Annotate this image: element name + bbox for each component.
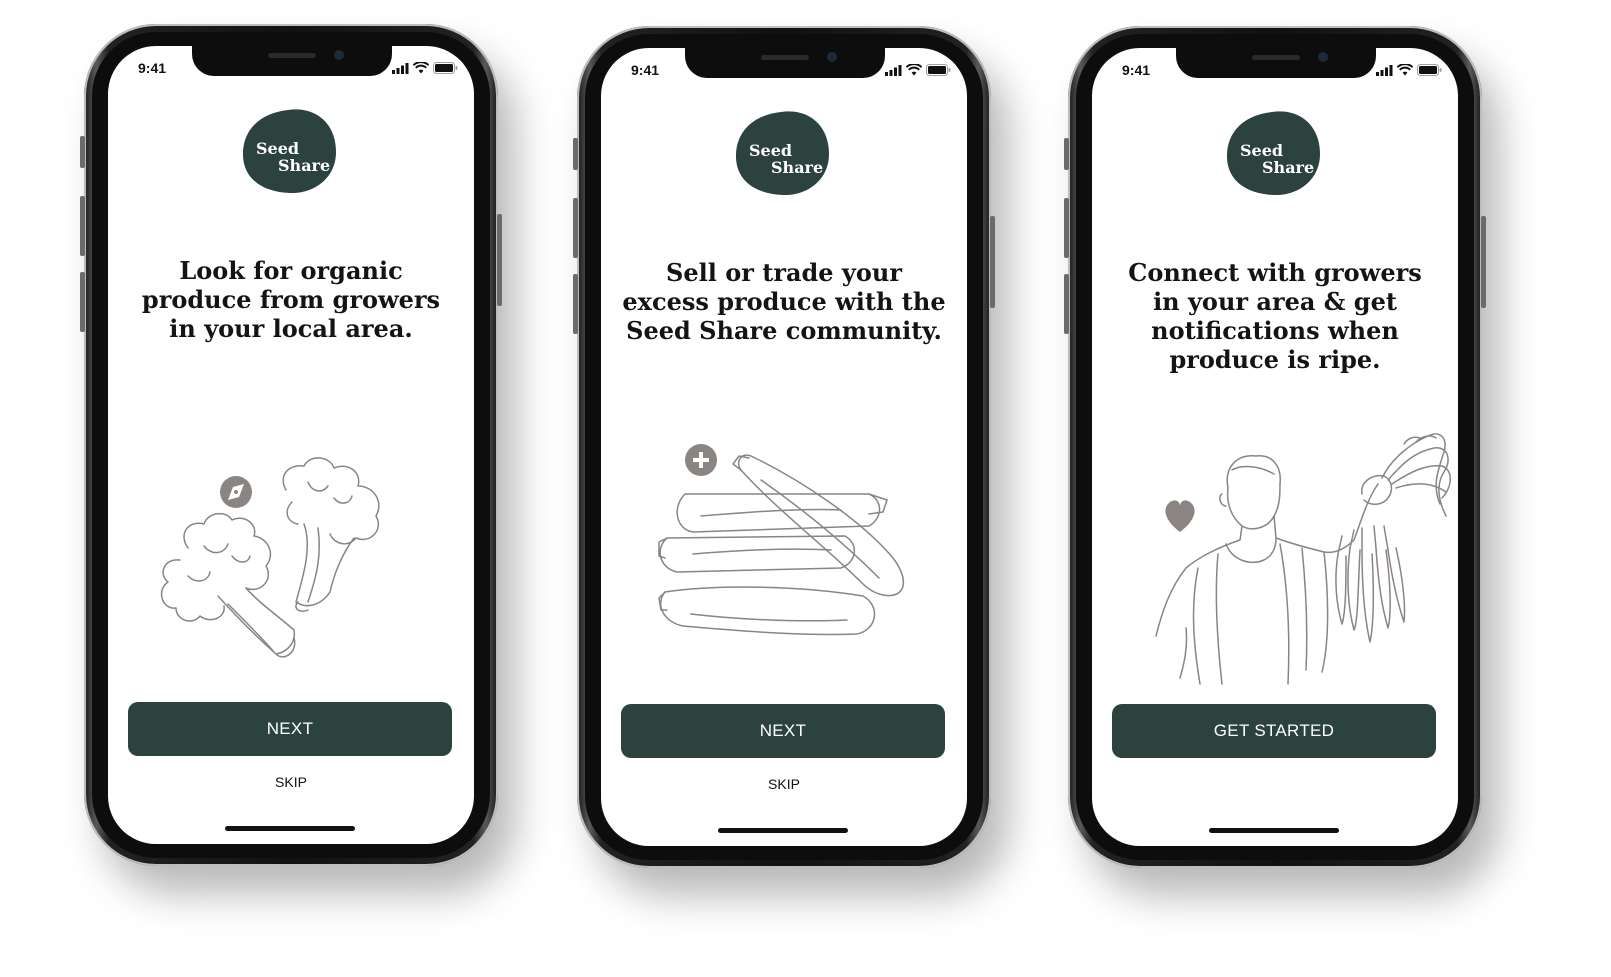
volume-up-button: [80, 196, 85, 256]
logo-text-seed: Seed: [256, 139, 300, 158]
logo-text-share: Share: [278, 156, 331, 175]
onboarding-headline: Look for organic produce from growers in…: [141, 256, 441, 343]
wifi-icon: [906, 64, 922, 76]
phone-frame-1: 9:41 Seed Share Look for organic produce…: [80, 24, 502, 866]
onboarding-screen-1: 9:41 Seed Share Look for organic produce…: [108, 46, 474, 844]
signal-icon: [392, 62, 409, 74]
status-icons: [1376, 64, 1442, 76]
compass-icon: [220, 476, 252, 508]
status-icons: [392, 62, 458, 74]
volume-down-button: [1064, 274, 1069, 334]
volume-down-button: [573, 274, 578, 334]
battery-icon: [926, 64, 951, 76]
next-button[interactable]: NEXT: [621, 704, 945, 758]
broccoli-illustration: [108, 406, 474, 686]
next-button[interactable]: NEXT: [128, 702, 452, 756]
notch: [685, 48, 885, 78]
onboarding-screen-3: 9:41 Seed Share Connect with growers in …: [1092, 48, 1458, 846]
logo-text-share: Share: [1262, 158, 1315, 177]
heart-icon: [1165, 500, 1195, 532]
logo-text-share: Share: [771, 158, 824, 177]
power-button: [1481, 216, 1486, 308]
seed-share-logo: Seed Share: [735, 110, 831, 196]
status-icons: [885, 64, 951, 76]
mute-switch: [573, 138, 578, 170]
home-indicator[interactable]: [718, 828, 848, 833]
wifi-icon: [413, 62, 429, 74]
phone-frame-3: 9:41 Seed Share Connect with growers in …: [1064, 26, 1486, 868]
onboarding-headline: Connect with growers in your area & get …: [1128, 258, 1422, 374]
notch: [1176, 48, 1376, 78]
onboarding-screen-2: 9:41 Seed Share Sell or trade your exces…: [601, 48, 967, 846]
volume-up-button: [573, 198, 578, 258]
skip-link[interactable]: SKIP: [108, 774, 474, 790]
person-with-carrots-illustration: [1092, 408, 1458, 688]
status-time: 9:41: [631, 62, 660, 78]
signal-icon: [1376, 64, 1393, 76]
mute-switch: [80, 136, 85, 168]
wifi-icon: [1397, 64, 1413, 76]
notch: [192, 46, 392, 76]
seed-share-logo: Seed Share: [242, 108, 338, 194]
zucchini-illustration: [601, 408, 967, 688]
mute-switch: [1064, 138, 1069, 170]
home-indicator[interactable]: [1209, 828, 1339, 833]
status-time: 9:41: [1122, 62, 1151, 78]
power-button: [497, 214, 502, 306]
battery-icon: [433, 62, 458, 74]
seed-share-logo: Seed Share: [1226, 110, 1322, 196]
logo-text-seed: Seed: [1240, 141, 1284, 160]
power-button: [990, 216, 995, 308]
battery-icon: [1417, 64, 1442, 76]
status-time: 9:41: [138, 60, 167, 76]
home-indicator[interactable]: [225, 826, 355, 831]
signal-icon: [885, 64, 902, 76]
get-started-button[interactable]: GET STARTED: [1112, 704, 1436, 758]
skip-link[interactable]: SKIP: [601, 776, 967, 792]
onboarding-headline: Sell or trade your excess produce with t…: [622, 258, 946, 345]
plus-icon: [685, 444, 717, 476]
volume-down-button: [80, 272, 85, 332]
volume-up-button: [1064, 198, 1069, 258]
logo-text-seed: Seed: [749, 141, 793, 160]
phone-frame-2: 9:41 Seed Share Sell or trade your exces…: [573, 26, 995, 868]
